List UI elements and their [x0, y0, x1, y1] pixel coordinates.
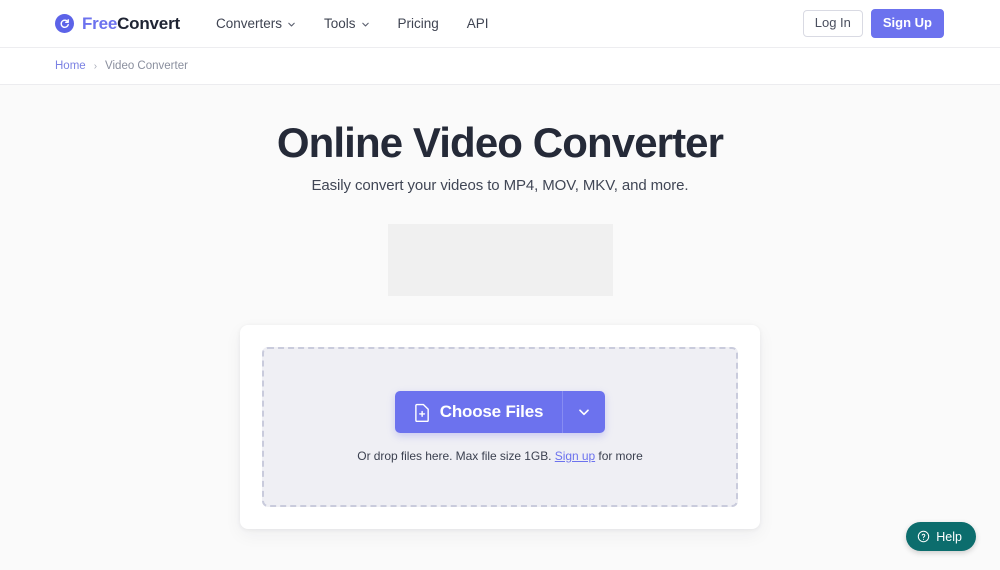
- chevron-down-icon: [577, 405, 591, 419]
- nav-item-label: Tools: [323, 16, 356, 31]
- nav-item-label: API: [466, 16, 489, 31]
- nav-item-converters[interactable]: Converters: [216, 16, 296, 31]
- page-root: FreeConvert Converters Tools Pricing API…: [0, 0, 1000, 570]
- dropzone-hint-prefix: Or drop files here. Max file size 1GB.: [357, 449, 552, 464]
- file-plus-icon: [414, 403, 431, 422]
- nav-item-api[interactable]: API: [467, 16, 489, 31]
- breadcrumb-bar: Home › Video Converter: [0, 48, 1000, 85]
- chevron-down-icon: [361, 20, 370, 29]
- nav-item-pricing[interactable]: Pricing: [398, 16, 439, 31]
- upload-card: Choose Files Or drop files here. Max fil…: [240, 325, 760, 530]
- main-content: Online Video Converter Easily convert yo…: [0, 85, 1000, 530]
- login-button[interactable]: Log In: [802, 9, 863, 38]
- chevron-down-icon: [287, 20, 296, 29]
- brand-logo[interactable]: FreeConvert: [55, 14, 180, 33]
- choose-files-dropdown-button[interactable]: [562, 391, 606, 434]
- breadcrumb-home-link[interactable]: Home: [55, 60, 86, 72]
- choose-files-button[interactable]: Choose Files: [394, 391, 563, 434]
- brand-text-convert: Convert: [117, 14, 180, 33]
- nav-item-label: Pricing: [397, 16, 439, 31]
- signup-button[interactable]: Sign Up: [870, 8, 944, 39]
- choose-files-label: Choose Files: [439, 402, 544, 422]
- site-header: FreeConvert Converters Tools Pricing API…: [0, 0, 1000, 48]
- dropzone-hint-suffix: for more: [598, 449, 643, 464]
- question-circle-icon: [917, 530, 930, 543]
- chevron-right-icon: ›: [93, 60, 98, 72]
- help-label: Help: [936, 529, 962, 544]
- breadcrumb: Home › Video Converter: [55, 60, 188, 72]
- page-subtitle: Easily convert your videos to MP4, MOV, …: [311, 177, 689, 195]
- ad-placeholder: [387, 224, 613, 297]
- page-title: Online Video Converter: [276, 119, 724, 166]
- help-button[interactable]: Help: [906, 522, 976, 551]
- signup-link[interactable]: Sign up: [555, 449, 595, 463]
- dropzone-hint: Or drop files here. Max file size 1GB. S…: [357, 449, 642, 463]
- brand-text-free: Free: [82, 14, 118, 33]
- choose-files-group: Choose Files: [394, 391, 606, 434]
- nav-item-label: Converters: [215, 16, 282, 31]
- breadcrumb-current: Video Converter: [105, 60, 188, 72]
- header-actions: Log In Sign Up: [802, 8, 944, 39]
- nav-item-tools[interactable]: Tools: [324, 16, 370, 31]
- refresh-circle-icon: [55, 14, 74, 33]
- file-dropzone[interactable]: Choose Files Or drop files here. Max fil…: [262, 347, 738, 508]
- main-nav: Converters Tools Pricing API: [216, 16, 489, 31]
